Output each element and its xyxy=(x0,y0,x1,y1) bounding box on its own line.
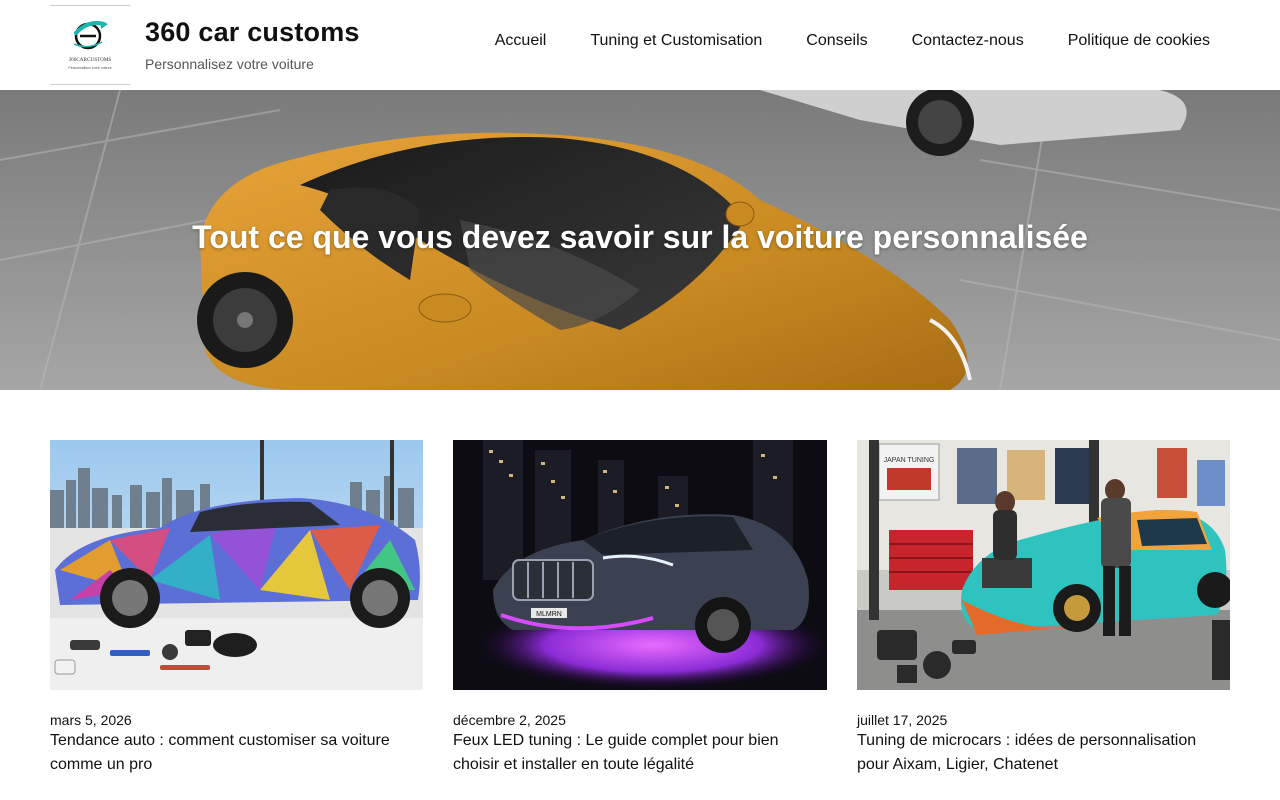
logo-emblem-icon: 360CARCUSTOMS Personnalisez votre voitur… xyxy=(68,21,112,70)
post-image-led-car: MLMRN xyxy=(453,440,827,690)
nav-item-conseils[interactable]: Conseils xyxy=(806,31,867,51)
hero-title: Tout ce que vous devez savoir sur la voi… xyxy=(192,219,1088,255)
nav-item-contact[interactable]: Contactez-nous xyxy=(912,31,1024,51)
post-image-wrapped-car xyxy=(50,440,423,690)
license-plate: MLMRN xyxy=(536,611,562,618)
post-date: juillet 17, 2025 xyxy=(857,712,948,728)
nav-item-cookies[interactable]: Politique de cookies xyxy=(1068,31,1210,51)
post-card: MLMRN décembre 2, 2025 Feux LED tuning :… xyxy=(453,440,827,777)
post-title-link[interactable]: Tuning de microcars : idées de personnal… xyxy=(857,732,1196,773)
post-title-link[interactable]: Feux LED tuning : Le guide complet pour … xyxy=(453,732,779,773)
site-logo[interactable]: 360CARCUSTOMS Personnalisez votre voitur… xyxy=(50,5,130,85)
post-thumbnail[interactable]: MLMRN xyxy=(453,440,827,690)
nav-item-tuning-customisation[interactable]: Tuning et Customisation xyxy=(590,31,762,51)
post-card: JAPAN TUNING juillet 17, 2025 Tuning de … xyxy=(857,440,1230,777)
site-tagline: Personnalisez votre voiture xyxy=(145,56,314,72)
post-card: mars 5, 2026 Tendance auto : comment cus… xyxy=(50,440,423,777)
post-title-link[interactable]: Tendance auto : comment customiser sa vo… xyxy=(50,732,390,773)
post-thumbnail[interactable]: JAPAN TUNING xyxy=(857,440,1230,690)
logo-subtext: Personnalisez votre voiture xyxy=(68,66,111,70)
nav-item-accueil[interactable]: Accueil xyxy=(495,31,547,51)
main-navigation: Accueil Tuning et Customisation Conseils… xyxy=(495,31,1210,51)
site-title[interactable]: 360 car customs xyxy=(145,17,360,48)
post-thumbnail[interactable] xyxy=(50,440,423,690)
hero-banner: Tout ce que vous devez savoir sur la voi… xyxy=(0,90,1280,390)
logo-text: 360CARCUSTOMS xyxy=(69,57,112,63)
garage-poster: JAPAN TUNING xyxy=(884,457,935,464)
post-date: mars 5, 2026 xyxy=(50,712,132,728)
post-date: décembre 2, 2025 xyxy=(453,712,566,728)
post-image-microcar-garage: JAPAN TUNING xyxy=(857,440,1230,690)
site-header: 360CARCUSTOMS Personnalisez votre voitur… xyxy=(0,0,1280,90)
